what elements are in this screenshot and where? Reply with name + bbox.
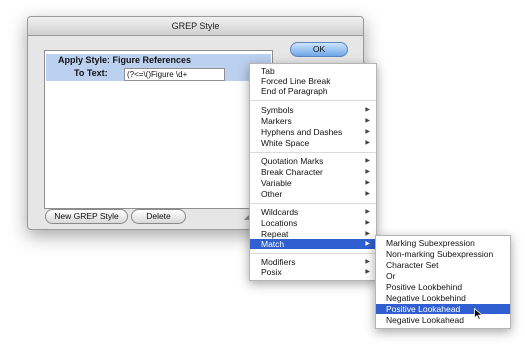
to-text-row: To Text: (?<=\()Figure \d+ @ [46, 67, 271, 81]
menu-item-match[interactable]: Match ▶ [250, 239, 376, 249]
submenu-item-positive-lookahead[interactable]: Positive Lookahead [376, 304, 510, 314]
to-text-label: To Text: [74, 68, 108, 78]
apply-style-label[interactable]: Apply Style: Figure References [58, 54, 191, 67]
submenu-item-character-set[interactable]: Character Set [376, 260, 510, 270]
submenu-item-label: Negative Lookahead [386, 315, 464, 325]
menu-separator [250, 100, 376, 101]
menu-item-label: Posix [261, 267, 282, 277]
submenu-item-label: Character Set [386, 260, 439, 270]
menu-item-wildcards[interactable]: Wildcards ▶ [250, 207, 376, 217]
menu-item-label: White Space [261, 138, 310, 148]
menu-item-quotation-marks[interactable]: Quotation Marks ▶ [250, 156, 376, 166]
menu-item-posix[interactable]: Posix ▶ [250, 267, 376, 277]
menu-item-modifiers[interactable]: Modifiers ▶ [250, 257, 376, 267]
triangle-right-icon: ▶ [365, 180, 370, 186]
submenu-item-negative-lookbehind[interactable]: Negative Lookbehind [376, 293, 510, 303]
triangle-right-icon: ▶ [365, 220, 370, 226]
submenu-item-or[interactable]: Or [376, 271, 510, 281]
submenu-item-positive-lookbehind[interactable]: Positive Lookbehind [376, 282, 510, 292]
menu-separator [250, 152, 376, 153]
triangle-right-icon: ▶ [365, 169, 370, 175]
menu-item-end-of-paragraph[interactable]: End of Paragraph [250, 86, 376, 96]
menu-item-label: End of Paragraph [261, 86, 328, 96]
menu-item-symbols[interactable]: Symbols ▶ [250, 105, 376, 115]
triangle-right-icon: ▶ [365, 140, 370, 146]
menu-item-repeat[interactable]: Repeat ▶ [250, 229, 376, 239]
menu-item-label: Other [261, 189, 283, 199]
submenu-item-label: Positive Lookahead [386, 304, 461, 314]
menu-item-label: Match [261, 239, 285, 249]
menu-item-tab[interactable]: Tab [250, 66, 376, 76]
submenu-item-label: Negative Lookbehind [386, 293, 466, 303]
menu-item-label: Locations [261, 218, 298, 228]
menu-item-other[interactable]: Other ▶ [250, 189, 376, 199]
menu-item-locations[interactable]: Locations ▶ [250, 218, 376, 228]
menu-item-label: Tab [261, 66, 275, 76]
menu-item-label: Break Character [261, 167, 323, 177]
triangle-right-icon: ▶ [365, 231, 370, 237]
submenu-item-non-marking-subexpression[interactable]: Non-marking Subexpression [376, 249, 510, 259]
triangle-right-icon: ▶ [365, 129, 370, 135]
menu-item-label: Variable [261, 178, 292, 188]
menu-separator [250, 253, 376, 254]
new-grep-style-button[interactable]: New GREP Style [45, 209, 128, 224]
submenu-item-negative-lookahead[interactable]: Negative Lookahead [376, 315, 510, 325]
menu-item-label: Repeat [261, 229, 289, 239]
apply-style-row[interactable]: Apply Style: Figure References [46, 54, 271, 67]
menu-item-forced-line-break[interactable]: Forced Line Break [250, 76, 376, 86]
triangle-right-icon: ▶ [365, 259, 370, 265]
triangle-right-icon: ▶ [365, 107, 370, 113]
menu-item-break-character[interactable]: Break Character ▶ [250, 167, 376, 177]
menu-item-label: Wildcards [261, 207, 299, 217]
menu-item-label: Symbols [261, 105, 294, 115]
to-text-input[interactable]: (?<=\()Figure \d+ [124, 68, 225, 81]
submenu-item-label: Positive Lookbehind [386, 282, 463, 292]
submenu-item-marking-subexpression[interactable]: Marking Subexpression [376, 238, 510, 248]
triangle-right-icon: ▶ [365, 209, 370, 215]
window-title: GREP Style [28, 17, 363, 36]
grep-style-entry[interactable]: Apply Style: Figure References To Text: … [46, 54, 271, 81]
triangle-right-icon: ▶ [365, 158, 370, 164]
triangle-right-icon: ▶ [365, 241, 370, 247]
delete-button[interactable]: Delete [131, 209, 186, 224]
menu-item-variable[interactable]: Variable ▶ [250, 178, 376, 188]
submenu-item-label: Or [386, 271, 396, 281]
triangle-right-icon: ▶ [365, 191, 370, 197]
submenu-item-label: Non-marking Subexpression [386, 249, 494, 259]
arrow-cursor-icon [474, 308, 484, 320]
menu-item-hyphens-and-dashes[interactable]: Hyphens and Dashes ▶ [250, 127, 376, 137]
menu-separator [250, 203, 376, 204]
special-characters-menu: Tab Forced Line Break End of Paragraph S… [249, 63, 377, 281]
grep-style-list[interactable]: Apply Style: Figure References To Text: … [44, 50, 273, 209]
menu-item-label: Forced Line Break [261, 76, 331, 86]
menu-item-white-space[interactable]: White Space ▶ [250, 138, 376, 148]
triangle-right-icon: ▶ [365, 118, 370, 124]
submenu-item-label: Marking Subexpression [386, 238, 475, 248]
menu-item-label: Hyphens and Dashes [261, 127, 343, 137]
menu-item-label: Quotation Marks [261, 156, 324, 166]
triangle-right-icon: ▶ [365, 269, 370, 275]
ok-button[interactable]: OK [290, 42, 348, 57]
menu-item-markers[interactable]: Markers ▶ [250, 116, 376, 126]
menu-item-label: Modifiers [261, 257, 296, 267]
menu-item-label: Markers [261, 116, 292, 126]
match-submenu: Marking Subexpression Non-marking Subexp… [375, 235, 511, 329]
